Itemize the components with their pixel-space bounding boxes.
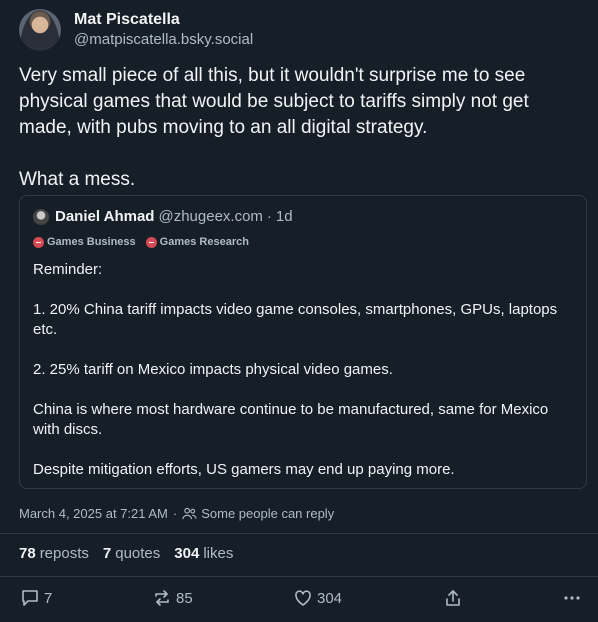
share-button[interactable] bbox=[443, 588, 463, 608]
quoted-separator: · bbox=[266, 208, 272, 225]
author-names: Mat Piscatella @matpiscatella.bsky.socia… bbox=[74, 10, 253, 50]
author-display-name[interactable]: Mat Piscatella bbox=[74, 10, 253, 30]
people-icon bbox=[182, 507, 197, 520]
quoted-author-display-name[interactable]: Daniel Ahmad bbox=[55, 208, 154, 225]
quoted-post-header: Daniel Ahmad @zhugeex.com · 1d bbox=[33, 208, 293, 225]
quoted-post-time: 1d bbox=[275, 208, 293, 225]
like-count: 304 bbox=[317, 589, 343, 607]
quoted-post[interactable]: Daniel Ahmad @zhugeex.com · 1d Games Bus… bbox=[19, 195, 587, 489]
reply-setting[interactable]: Some people can reply bbox=[201, 506, 334, 521]
meta-separator: · bbox=[172, 506, 178, 521]
more-button[interactable] bbox=[562, 588, 582, 608]
share-icon bbox=[446, 590, 460, 606]
author-handle[interactable]: @matpiscatella.bsky.social bbox=[74, 30, 253, 50]
post-stats: 78 reposts 7 quotes 304 likes bbox=[19, 545, 247, 562]
divider bbox=[0, 576, 598, 577]
reply-icon bbox=[22, 590, 38, 606]
reposts-stat[interactable]: 78 reposts bbox=[19, 545, 89, 562]
post-text: Very small piece of all this, but it wou… bbox=[19, 65, 529, 190]
label-games-research[interactable]: Games Research bbox=[145, 236, 249, 248]
reply-button[interactable]: 7 bbox=[20, 588, 52, 608]
heart-icon bbox=[295, 590, 311, 606]
post-actions: 7 85 304 bbox=[0, 588, 598, 612]
repost-count: 85 bbox=[176, 589, 193, 607]
quoted-author-avatar[interactable] bbox=[33, 208, 49, 225]
reposts-count: 78 bbox=[19, 545, 36, 562]
post-timestamp[interactable]: March 4, 2025 at 7:21 AM bbox=[19, 506, 168, 521]
repost-icon bbox=[155, 590, 169, 606]
label-icon bbox=[33, 236, 44, 248]
author-avatar[interactable] bbox=[19, 9, 61, 51]
more-icon bbox=[564, 596, 580, 600]
likes-label: likes bbox=[203, 545, 234, 562]
post-header: Mat Piscatella @matpiscatella.bsky.socia… bbox=[19, 7, 253, 53]
repost-button[interactable]: 85 bbox=[152, 588, 193, 608]
label-icon bbox=[145, 236, 157, 248]
reposts-label: reposts bbox=[39, 545, 89, 562]
likes-stat[interactable]: 304 likes bbox=[174, 545, 233, 562]
quoted-author-handle[interactable]: @zhugeex.com bbox=[158, 208, 262, 225]
quotes-label: quotes bbox=[115, 545, 161, 562]
divider bbox=[0, 533, 598, 534]
likes-count: 304 bbox=[174, 545, 200, 562]
quotes-count: 7 bbox=[102, 545, 112, 562]
post-meta: March 4, 2025 at 7:21 AM · Some people c… bbox=[19, 506, 334, 521]
label-games-business[interactable]: Games Business bbox=[33, 236, 136, 248]
label-text: Games Business bbox=[47, 236, 136, 248]
like-button[interactable]: 304 bbox=[293, 588, 342, 608]
quotes-stat[interactable]: 7 quotes bbox=[103, 545, 160, 562]
reply-count: 7 bbox=[44, 589, 53, 607]
quoted-post-text: Reminder: 1. 20% China tariff impacts vi… bbox=[33, 261, 558, 478]
quoted-labels: Games Business Games Research bbox=[33, 236, 249, 248]
label-text: Games Research bbox=[159, 236, 249, 248]
